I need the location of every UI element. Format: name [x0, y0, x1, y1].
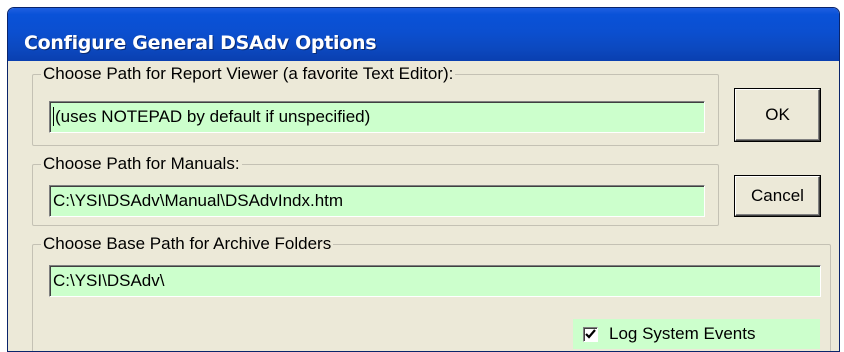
report-viewer-label: Choose Path for Report Viewer (a favorit… — [41, 64, 456, 84]
options-dialog: Configure General DSAdv Options Choose P… — [7, 7, 840, 352]
report-viewer-group: Choose Path for Report Viewer (a favorit… — [32, 64, 719, 146]
ok-button[interactable]: OK — [735, 89, 820, 141]
manuals-path-value: C:\YSI\DSAdv\Manual\DSAdvIndx.htm — [53, 191, 344, 210]
log-events-label: Log System Events — [609, 324, 756, 343]
manuals-path-input[interactable]: C:\YSI\DSAdv\Manual\DSAdvIndx.htm — [49, 185, 705, 217]
manuals-group: Choose Path for Manuals: C:\YSI\DSAdv\Ma… — [32, 154, 719, 226]
log-events-checkbox-box[interactable] — [583, 326, 598, 342]
checkmark-icon — [585, 328, 596, 339]
archive-path-value: C:\YSI\DSAdv\ — [53, 271, 165, 290]
title-bar[interactable]: Configure General DSAdv Options — [8, 8, 839, 61]
cancel-button[interactable]: Cancel — [735, 176, 820, 216]
text-caret — [53, 107, 54, 127]
window-title: Configure General DSAdv Options — [24, 32, 377, 54]
archive-path-input[interactable]: C:\YSI\DSAdv\ — [49, 265, 821, 297]
dialog-body: Choose Path for Report Viewer (a favorit… — [8, 61, 839, 351]
manuals-label: Choose Path for Manuals: — [41, 154, 242, 174]
log-system-events-checkbox[interactable]: Log System Events — [573, 319, 820, 349]
archive-label: Choose Base Path for Archive Folders — [41, 234, 334, 254]
report-viewer-path-value: (uses NOTEPAD by default if unspecified) — [55, 107, 371, 126]
report-viewer-path-input[interactable]: (uses NOTEPAD by default if unspecified) — [49, 101, 705, 133]
